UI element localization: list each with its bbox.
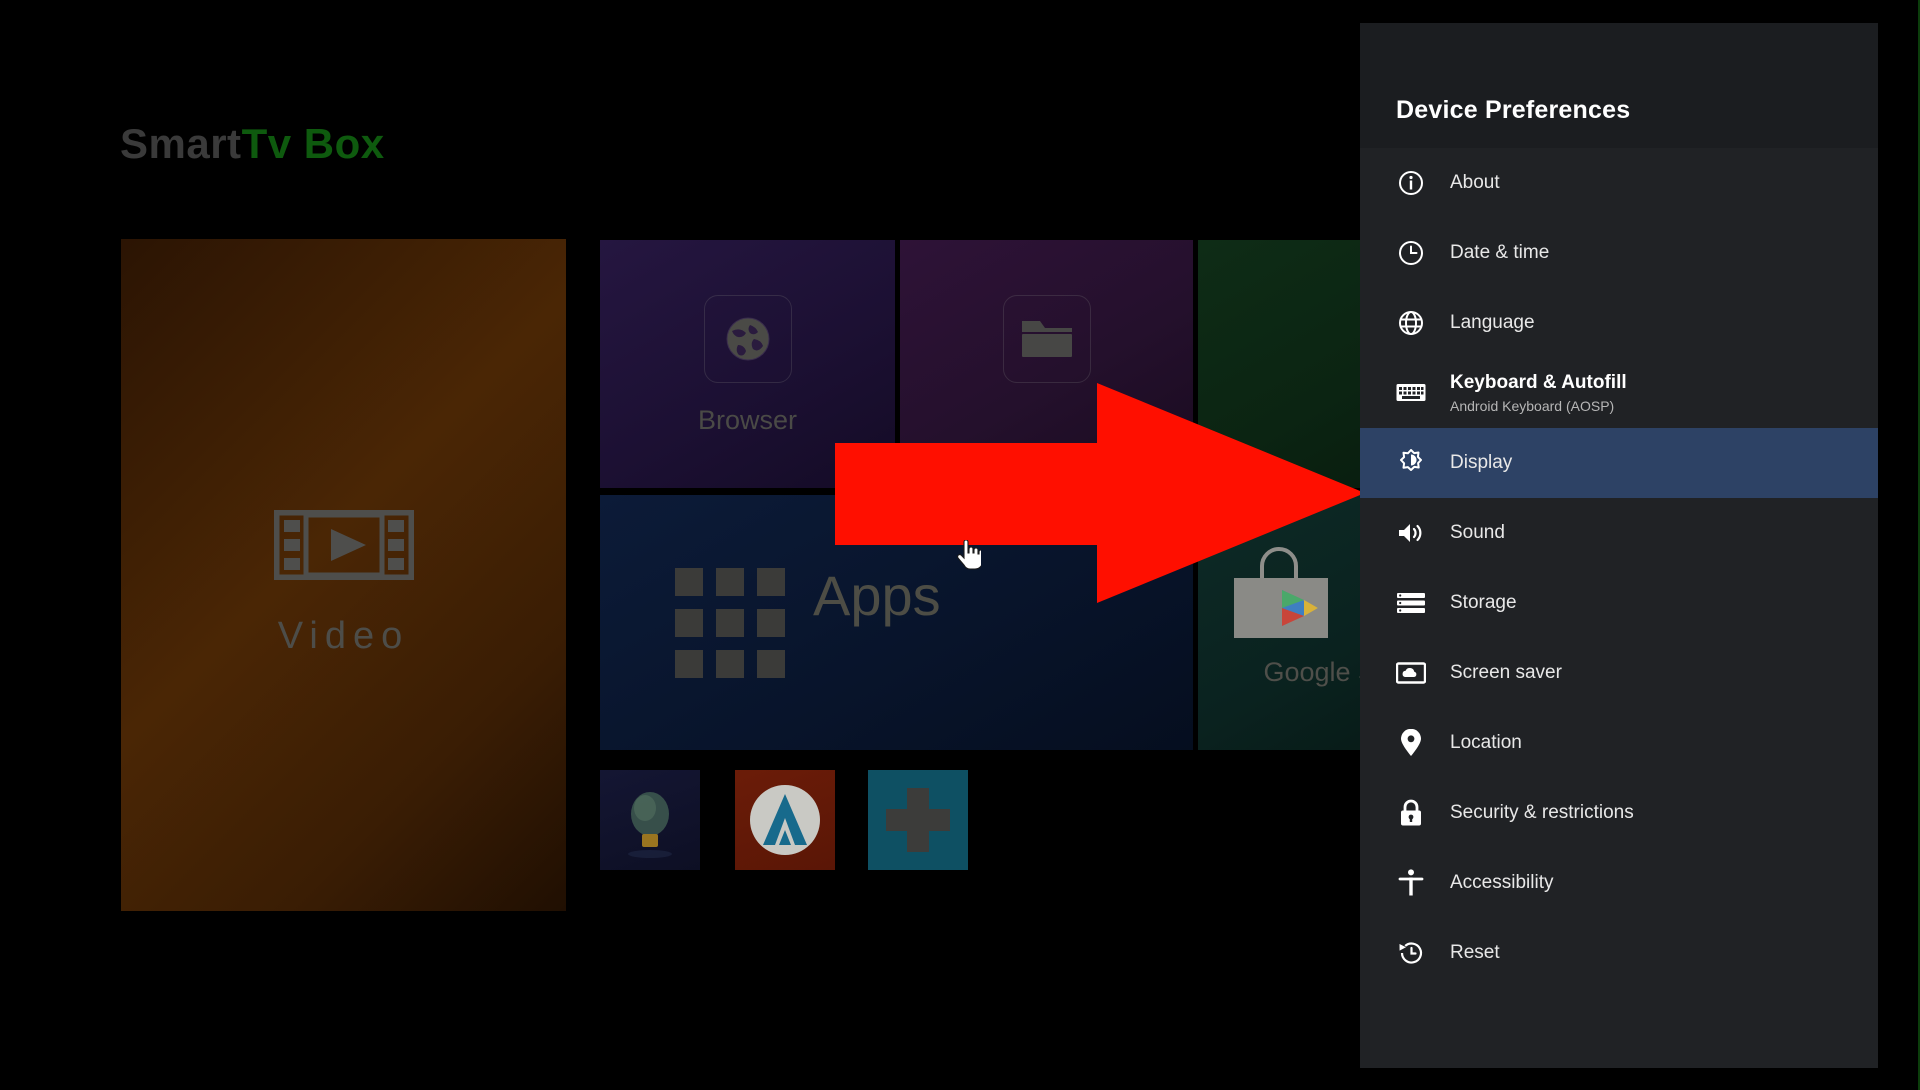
pref-text: Storage [1450,591,1517,615]
film-strip-icon [273,510,414,580]
app-brand-title: SmartTv Box [120,120,385,168]
sidebar-item-label: About [1450,172,1500,193]
info-icon [1394,166,1428,200]
pref-text: Language [1450,311,1535,335]
device-preferences-panel: Device Preferences About Date & time Lan… [1360,23,1878,1068]
speaker-icon [1394,516,1428,550]
tile-airscreen-app[interactable] [735,770,835,870]
pref-text: Accessibility [1450,871,1553,895]
accessibility-icon [1394,866,1428,900]
tile-lightbulb-app[interactable] [600,770,700,870]
page-title: Device Preferences [1396,96,1631,124]
sidebar-item-label: Language [1450,312,1535,333]
tile-video-label: Video [277,615,410,657]
sidebar-item-label: Sound [1450,522,1505,543]
app-grid-icon [675,568,785,678]
pref-text: Screen saver [1450,661,1562,685]
storage-icon [1394,586,1428,620]
pref-text: Security & restrictions [1450,801,1634,825]
sidebar-item-date-time[interactable]: Date & time [1360,218,1878,288]
sidebar-item-label: Reset [1450,942,1500,963]
tile-add-shortcut[interactable] [868,770,968,870]
airscreen-a-icon [750,785,820,855]
pref-text: Display [1450,451,1512,475]
sidebar-item-label: Accessibility [1450,872,1554,893]
pref-text: Sound [1450,521,1505,545]
browser-icon-box [703,295,792,383]
tile-video[interactable]: Video [120,238,567,912]
keyboard-icon [1394,376,1428,410]
sidebar-item-reset[interactable]: Reset [1360,918,1878,988]
brightness-icon [1394,446,1428,480]
panel-header: Device Preferences [1360,23,1878,148]
plus-icon [886,788,950,852]
clock-icon [1394,236,1428,270]
sidebar-item-language[interactable]: Language [1360,288,1878,358]
sidebar-item-label: Location [1450,732,1522,753]
screensaver-icon [1394,656,1428,690]
pref-text: Keyboard & Autofill Android Keyboard (AO… [1450,371,1627,416]
sidebar-item-label: Storage [1450,592,1517,613]
red-right-arrow-annotation [835,383,1365,603]
sidebar-item-about[interactable]: About [1360,148,1878,218]
pref-text: Date & time [1450,241,1549,265]
sidebar-item-keyboard-autofill[interactable]: Keyboard & Autofill Android Keyboard (AO… [1360,358,1878,428]
sidebar-item-label: Security & restrictions [1450,802,1634,823]
sidebar-item-screen-saver[interactable]: Screen saver [1360,638,1878,708]
files-icon-box [1002,295,1091,383]
pref-text: Reset [1450,941,1500,965]
sidebar-item-label: Screen saver [1450,662,1562,683]
sidebar-item-display[interactable]: Display [1360,428,1878,498]
sidebar-item-label: Date & time [1450,242,1550,263]
brand-part-tvbox: Tv Box [241,120,385,167]
location-pin-icon [1394,726,1428,760]
sidebar-item-label: Display [1450,452,1513,473]
globe-icon [1394,306,1428,340]
globe-icon [726,317,769,361]
pref-text: About [1450,171,1500,195]
lock-icon [1394,796,1428,830]
sidebar-item-sound[interactable]: Sound [1360,498,1878,568]
folder-icon [1021,321,1072,357]
sidebar-item-accessibility[interactable]: Accessibility [1360,848,1878,918]
preferences-list: About Date & time Language Keyboard & Au… [1360,148,1878,988]
sidebar-item-security-restrictions[interactable]: Security & restrictions [1360,778,1878,848]
hand-pointer-cursor [957,540,981,570]
sidebar-item-location[interactable]: Location [1360,708,1878,778]
sidebar-item-subtitle: Android Keyboard (AOSP) [1450,397,1615,414]
pref-text: Location [1450,731,1522,755]
lightbulb-icon [628,792,672,858]
brand-part-smart: Smart [120,120,242,167]
sidebar-item-storage[interactable]: Storage [1360,568,1878,638]
sidebar-item-label: Keyboard & Autofill [1450,371,1627,393]
reset-clock-icon [1394,936,1428,970]
